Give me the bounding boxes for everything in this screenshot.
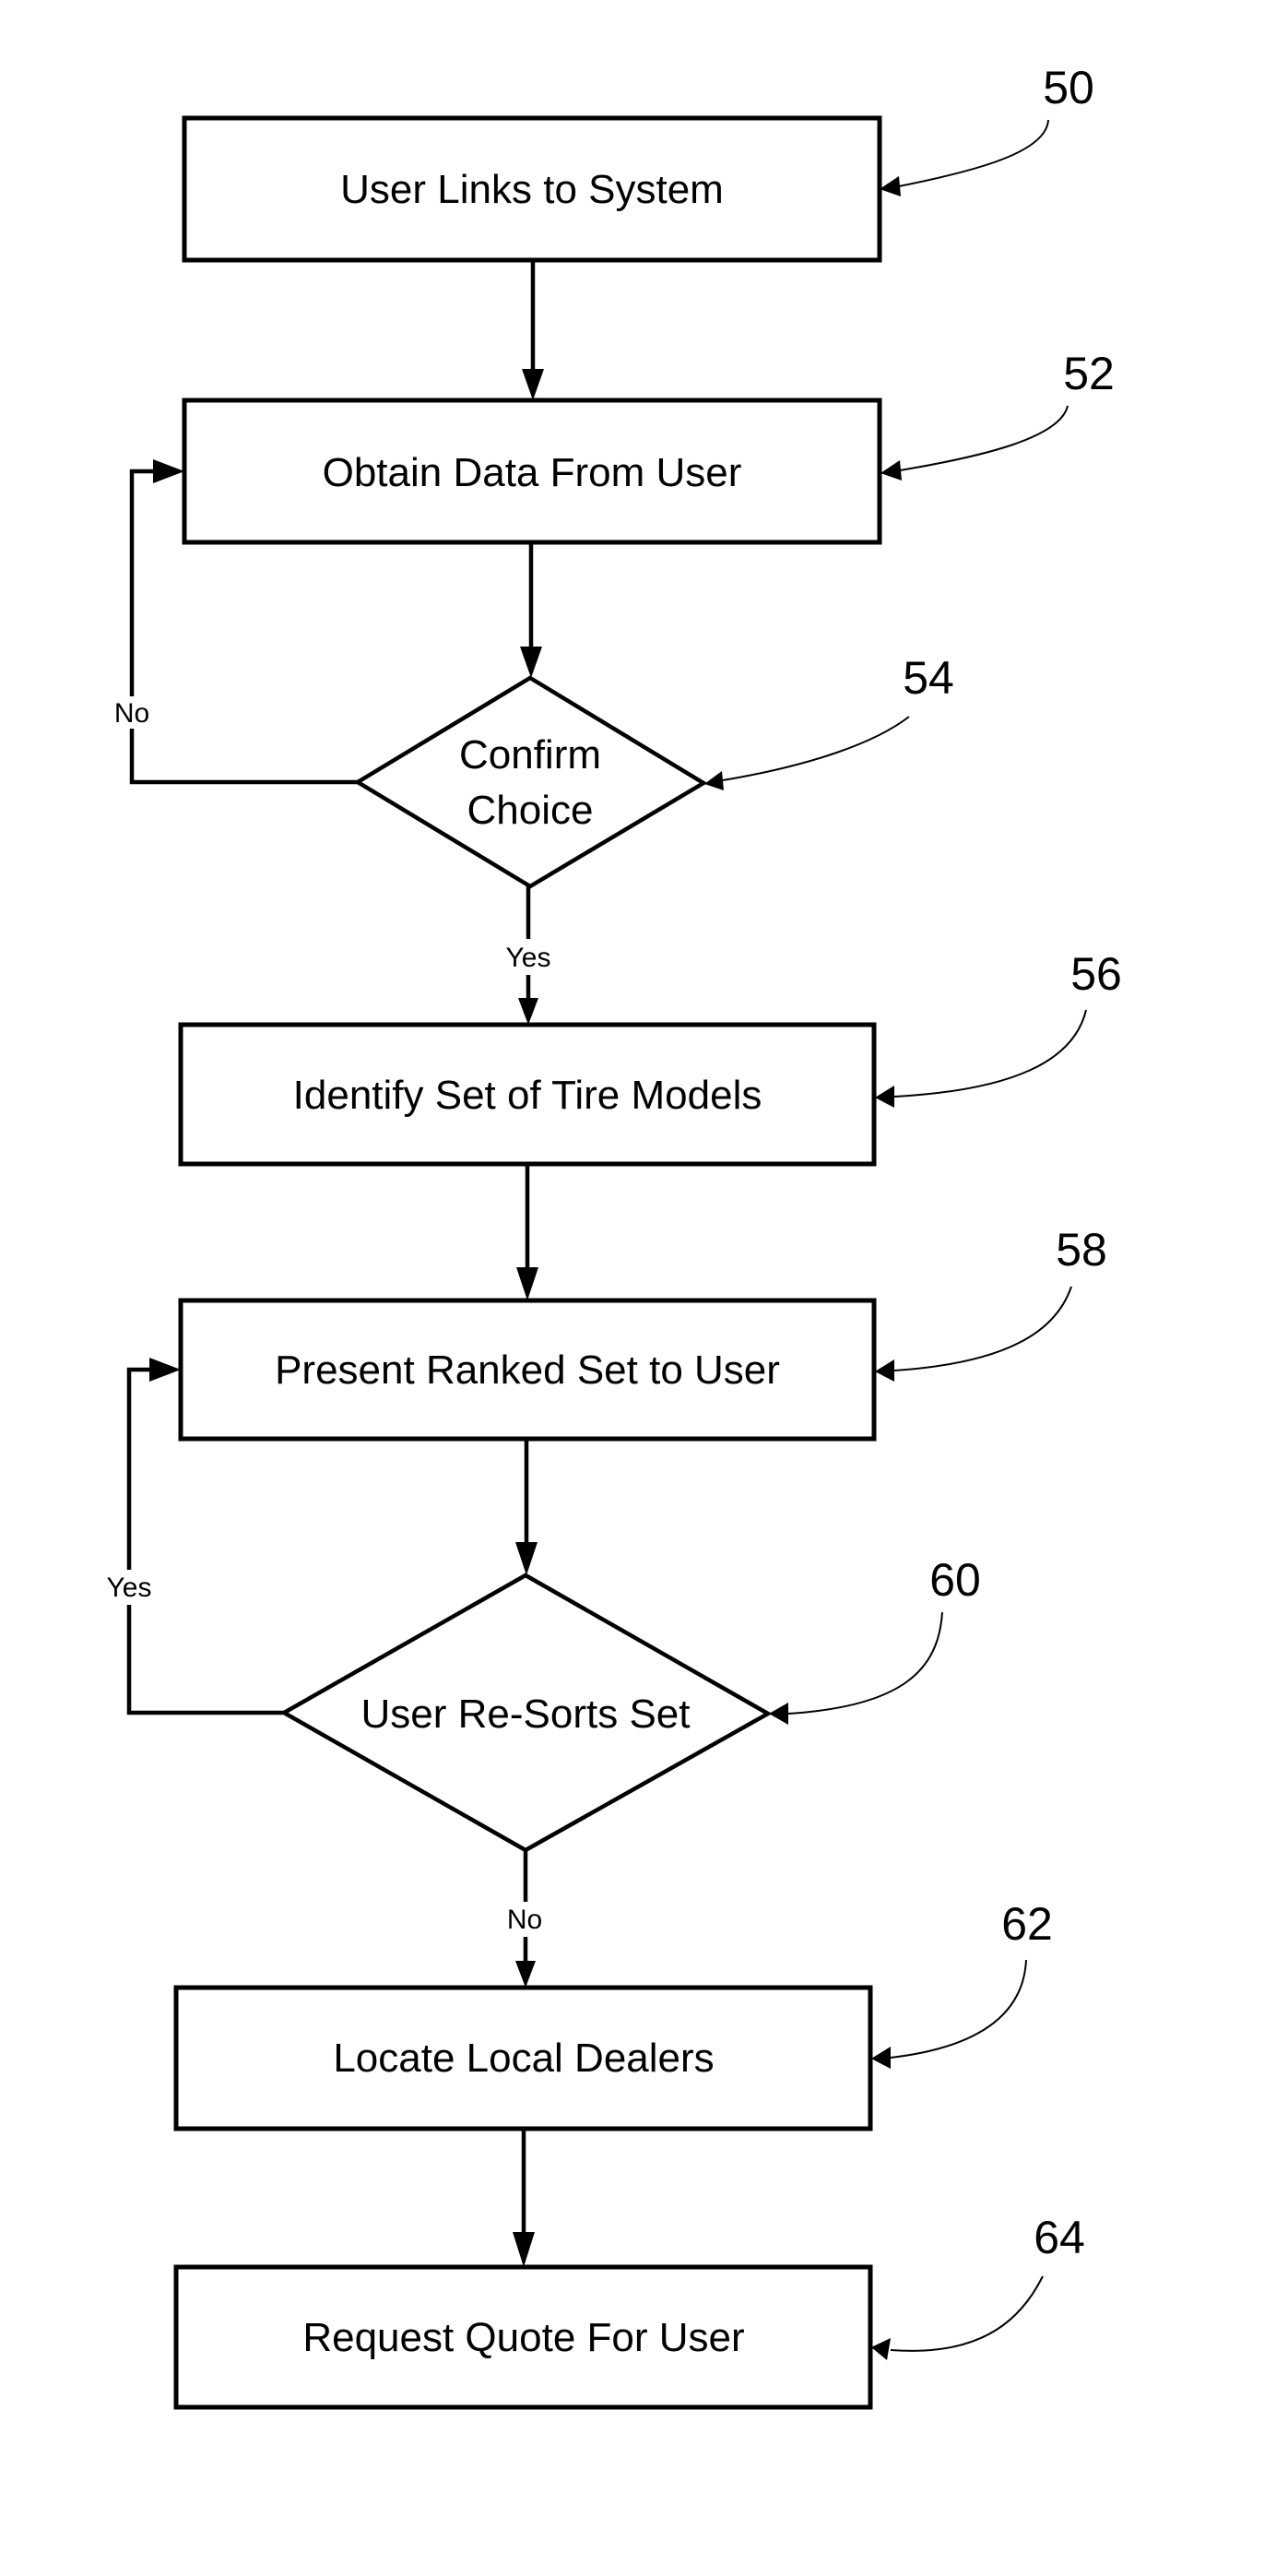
callout-arrowhead-icon	[880, 176, 901, 196]
ref-58: 58	[875, 1224, 1107, 1382]
step-label: Identify Set of Tire Models	[293, 1073, 762, 1118]
connector-54-no-loop	[129, 729, 358, 785]
reference-numeral: 56	[1070, 948, 1122, 1000]
callout-arrowhead-icon	[769, 1703, 788, 1725]
arrowhead-down-icon	[518, 998, 538, 1025]
step-label: User Links to System	[340, 167, 724, 212]
arrowhead-down-icon	[522, 369, 544, 400]
flowchart-figure: User Links to System Obtain Data From Us…	[107, 62, 1122, 2410]
callout-arrowhead-icon	[880, 460, 902, 481]
callout-leader	[893, 1286, 1072, 1371]
step-50: User Links to System	[182, 115, 882, 263]
branch-label-resort-no: No	[507, 1905, 542, 1935]
step-64: Request Quote For User	[173, 2264, 873, 2410]
ref-60: 60	[769, 1554, 981, 1725]
callout-arrowhead-icon	[871, 2047, 891, 2069]
reference-numeral: 58	[1056, 1224, 1107, 1276]
arrowhead-down-icon	[513, 2232, 535, 2267]
step-54: Confirm Choice	[353, 675, 708, 889]
ref-62: 62	[871, 1898, 1053, 2069]
ref-52: 52	[880, 348, 1115, 481]
reference-numeral: 50	[1043, 62, 1094, 113]
arrowhead-right-icon	[153, 459, 184, 483]
callout-leader	[890, 1959, 1027, 2059]
ref-50: 50	[880, 62, 1094, 196]
branch-label-confirm-no: No	[114, 698, 149, 729]
step-label: Obtain Data From User	[323, 450, 742, 495]
step-52: Obtain Data From User	[182, 398, 882, 545]
step-58: Present Ranked Set to User	[178, 1298, 877, 1442]
reference-numeral: 52	[1063, 348, 1115, 399]
callout-arrowhead-icon	[875, 1086, 894, 1108]
arrowhead-down-icon	[516, 1267, 538, 1300]
decision-diamond	[353, 675, 708, 889]
step-label: Present Ranked Set to User	[275, 1347, 780, 1393]
step-56: Identify Set of Tire Models	[178, 1022, 877, 1167]
branch-label-confirm-yes: Yes	[506, 943, 551, 973]
callout-arrowhead-icon	[704, 771, 724, 790]
ref-56: 56	[875, 948, 1122, 1108]
step-62: Locate Local Dealers	[173, 1985, 873, 2131]
step-60: User Re-Sorts Set	[279, 1573, 773, 1853]
step-label: User Re-Sorts Set	[361, 1692, 691, 1737]
step-label: Locate Local Dealers	[333, 2036, 714, 2081]
reference-numeral: 62	[1001, 1898, 1053, 1950]
callout-leader	[787, 1611, 943, 1715]
reference-numeral: 64	[1034, 2212, 1085, 2263]
callout-leader	[890, 2275, 1044, 2352]
ref-64: 64	[871, 2212, 1085, 2360]
arrowhead-down-icon	[515, 1542, 538, 1575]
callout-leader	[893, 1009, 1087, 1098]
reference-numeral: 54	[903, 652, 954, 704]
callout-leader	[898, 119, 1049, 187]
arrowhead-down-icon	[515, 1961, 536, 1988]
connector-54-no-loop-upper	[129, 469, 157, 696]
branch-label-resort-yes: Yes	[107, 1573, 152, 1603]
ref-54: 54	[704, 652, 954, 790]
reference-numeral: 60	[929, 1554, 981, 1606]
callout-arrowhead-icon	[875, 1359, 894, 1382]
arrowhead-down-icon	[520, 647, 542, 678]
step-label-line-2: Choice	[467, 788, 594, 833]
callout-arrowhead-icon	[871, 2338, 891, 2360]
connector-60-yes-loop	[126, 1605, 284, 1715]
step-label-line-1: Confirm	[459, 732, 601, 778]
callout-leader	[899, 405, 1069, 471]
arrowhead-right-icon	[149, 1358, 181, 1382]
step-label: Request Quote For User	[302, 2315, 744, 2360]
connector-60-yes-loop-upper	[126, 1367, 153, 1570]
connectors	[126, 260, 544, 2267]
callout-leader	[722, 716, 910, 781]
